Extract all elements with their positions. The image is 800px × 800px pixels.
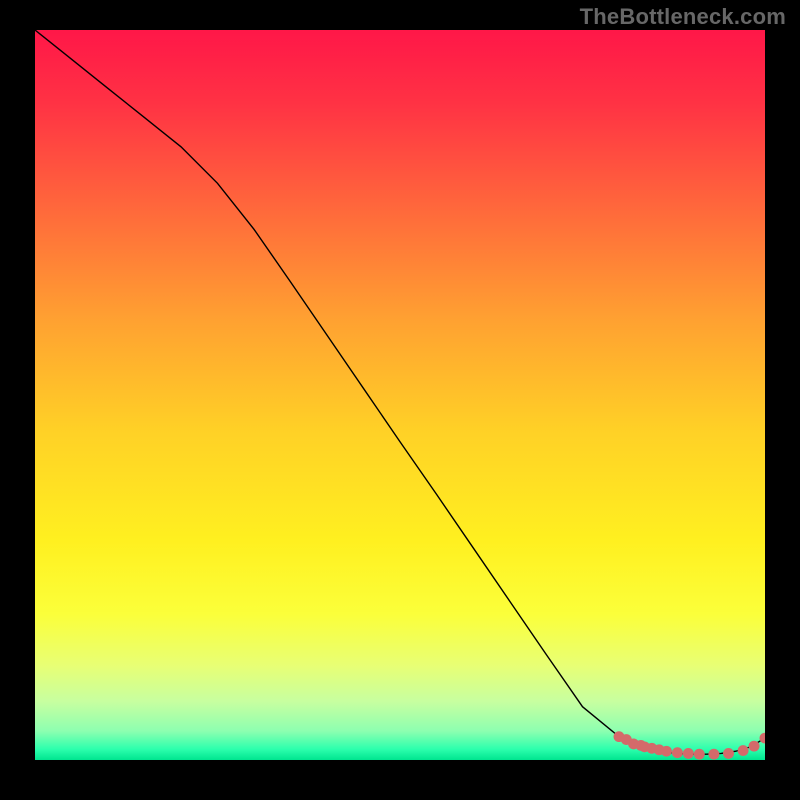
highlight-points <box>614 731 765 759</box>
highlight-point <box>672 747 683 758</box>
plot-area <box>35 30 765 770</box>
highlight-point <box>760 733 765 744</box>
highlight-point <box>723 748 734 759</box>
watermark-text: TheBottleneck.com <box>580 4 786 30</box>
highlight-point <box>708 749 719 760</box>
highlight-point <box>749 741 760 752</box>
highlight-point <box>683 748 694 759</box>
points-layer <box>35 30 765 760</box>
chart-frame: TheBottleneck.com <box>0 0 800 800</box>
highlight-point <box>661 746 672 757</box>
highlight-point <box>694 749 705 760</box>
highlight-point <box>738 745 749 756</box>
